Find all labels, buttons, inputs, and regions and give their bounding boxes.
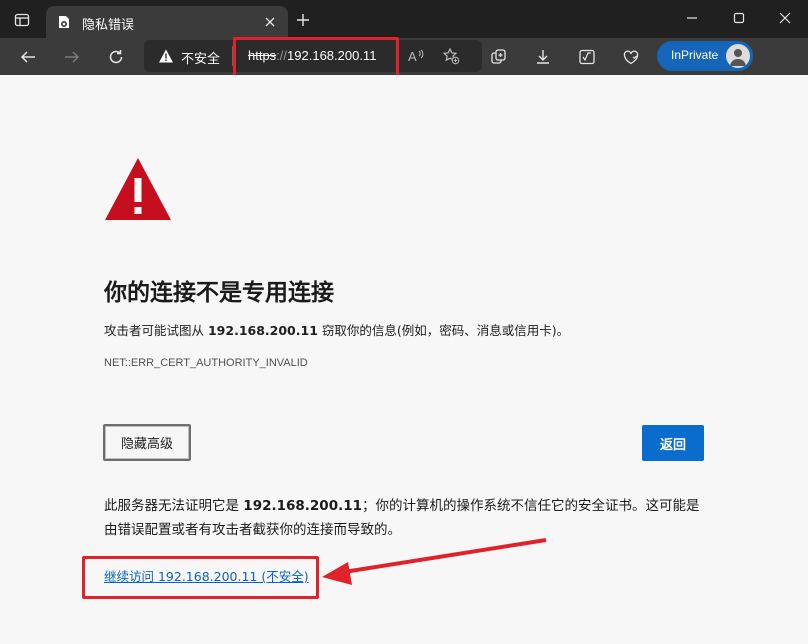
inprivate-button[interactable]: InPrivate	[657, 41, 753, 71]
warning-icon	[103, 154, 173, 224]
read-aloud-icon[interactable]: A	[406, 46, 426, 66]
advanced-button[interactable]: 隐藏高级	[103, 424, 191, 461]
back-button[interactable]: 返回	[642, 425, 704, 461]
description: 攻击者可能试图从 192.168.200.11 窃取你的信息(例如，密码、消息或…	[104, 320, 569, 339]
download-icon[interactable]	[532, 46, 554, 68]
heart-shield-icon[interactable]	[620, 46, 642, 68]
collections-icon[interactable]	[488, 46, 510, 68]
maximize-icon[interactable]	[725, 6, 753, 30]
link-highlight-annotation	[82, 556, 319, 599]
warning-icon[interactable]	[158, 48, 174, 64]
broken-lock-icon	[56, 14, 72, 30]
url-highlight-annotation	[233, 37, 399, 79]
description-prefix: 攻击者可能试图从	[104, 323, 208, 338]
inprivate-label: InPrivate	[671, 48, 719, 62]
explanation-prefix: 此服务器无法证明它是	[104, 498, 244, 514]
tab-title: 隐私错误	[82, 18, 135, 33]
svg-text:A: A	[408, 49, 417, 64]
close-icon[interactable]	[261, 13, 279, 31]
description-host: 192.168.200.11	[207, 323, 318, 338]
explanation-host: 192.168.200.11	[243, 498, 363, 514]
advanced-explanation: 此服务器无法证明它是 192.168.200.11；你的计算机的操作系统不信任它…	[104, 494, 704, 542]
math-icon[interactable]	[576, 46, 598, 68]
description-suffix: 窃取你的信息(例如，密码、消息或信用卡)。	[317, 323, 570, 338]
page-title: 你的连接不是专用连接	[104, 280, 334, 306]
toolbar: 不安全 https://192.168.200.11 A InPrivate	[0, 38, 808, 75]
plus-icon[interactable]	[292, 9, 314, 31]
minimize-icon[interactable]	[678, 6, 706, 30]
star-add-icon[interactable]	[441, 46, 461, 66]
refresh-icon[interactable]	[103, 44, 129, 70]
workspaces-icon[interactable]	[8, 6, 36, 34]
close-icon[interactable]	[771, 6, 799, 30]
avatar	[726, 44, 750, 68]
arrow-right-icon[interactable]	[59, 44, 85, 70]
title-bar: 隐私错误	[0, 0, 808, 38]
active-tab[interactable]: 隐私错误	[46, 6, 288, 38]
arrow-left-icon[interactable]	[15, 44, 41, 70]
error-code: NET::ERR_CERT_AUTHORITY_INVALID	[104, 357, 308, 369]
security-status[interactable]: 不安全	[181, 48, 220, 67]
